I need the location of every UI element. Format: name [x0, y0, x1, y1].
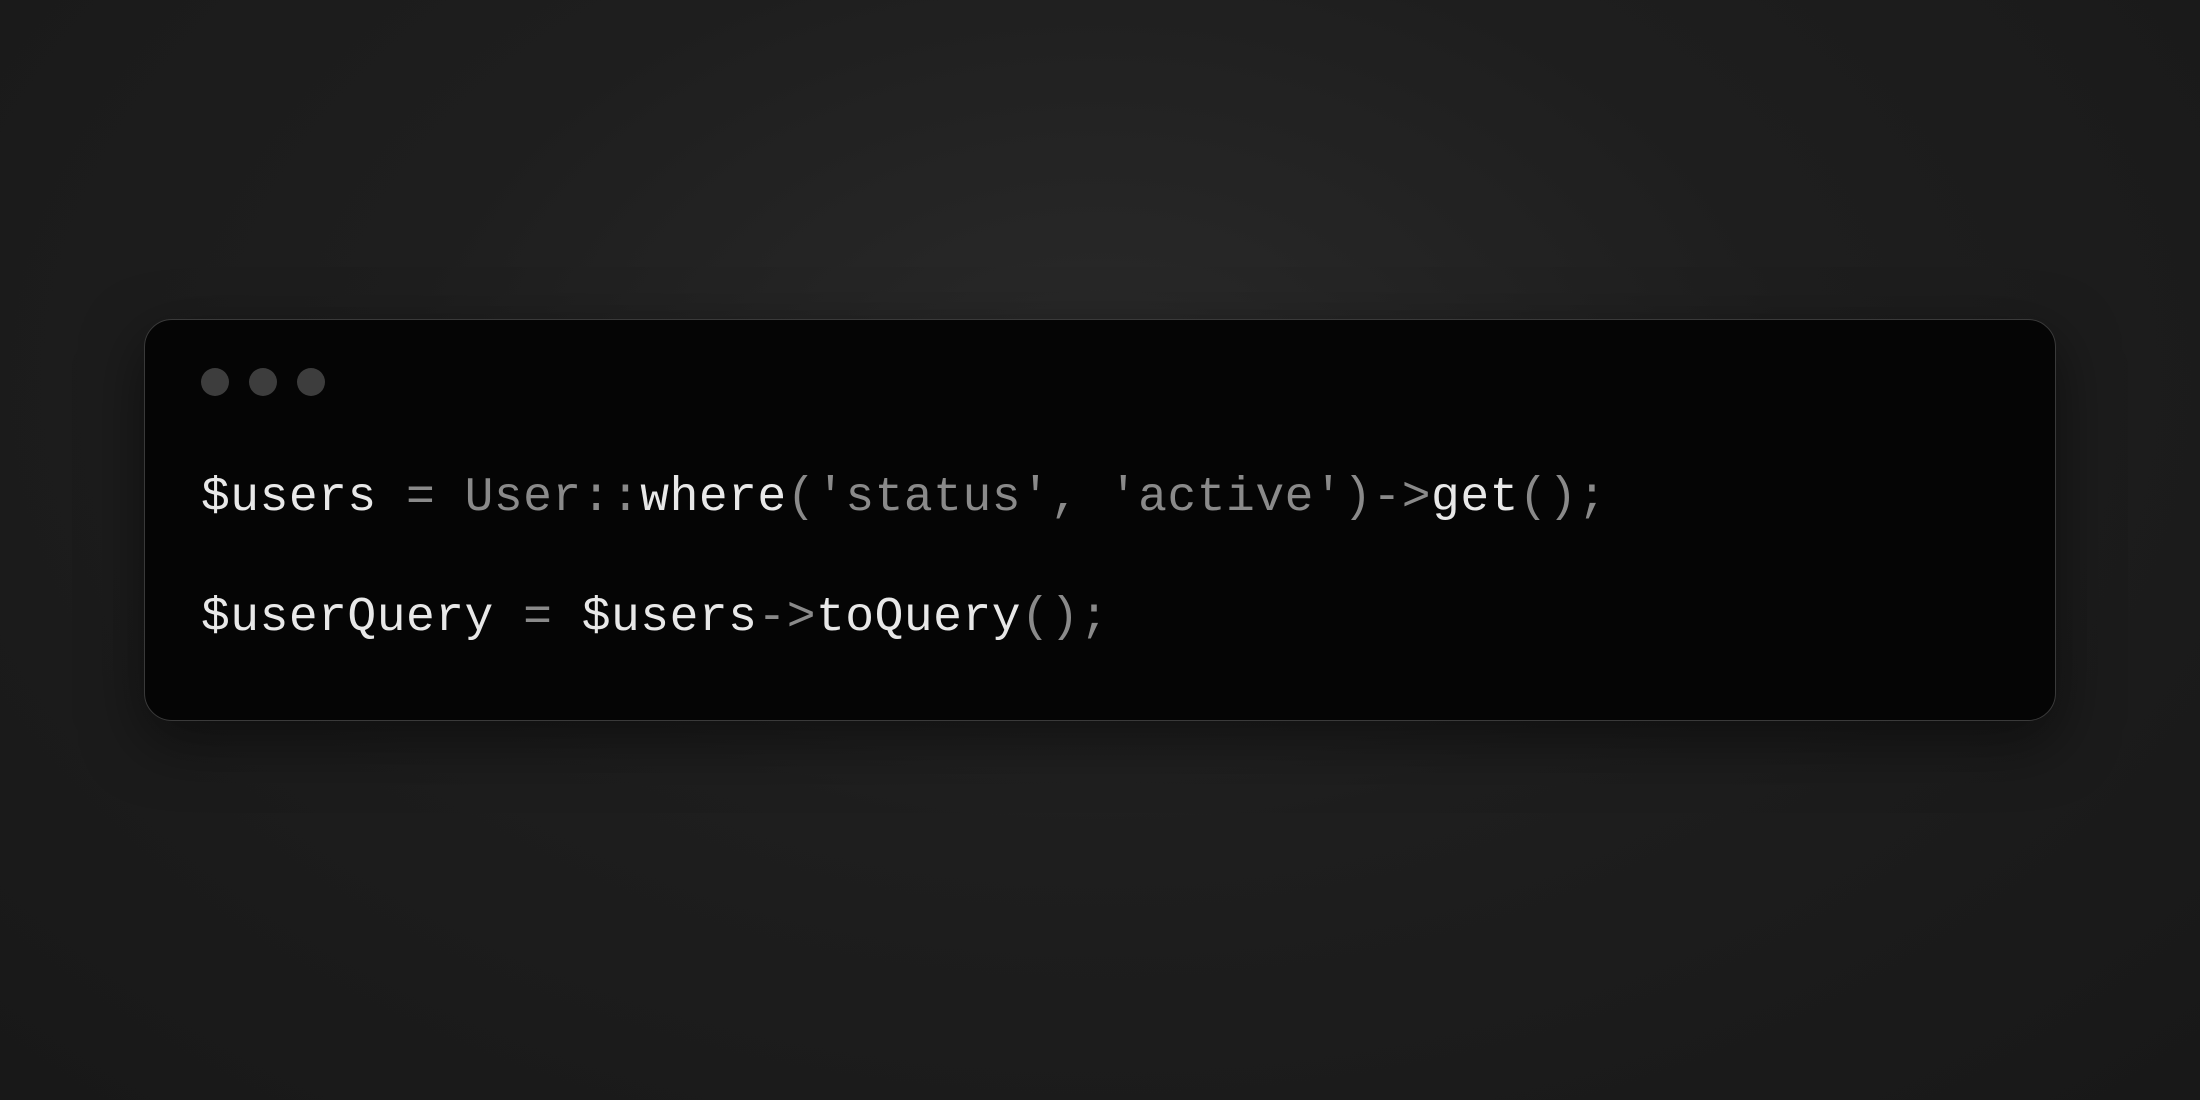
window-traffic-lights	[201, 368, 1999, 396]
code-token-operator: ->	[1372, 471, 1431, 525]
code-token-punct: (	[787, 471, 816, 525]
code-token-punct: ,	[1050, 471, 1109, 525]
code-token-variable: $userQuery	[201, 591, 494, 645]
code-token-string: 'active'	[1109, 471, 1343, 525]
code-token-class: User	[465, 471, 582, 525]
code-token-operator: ::	[582, 471, 641, 525]
code-token-punct: )	[1343, 471, 1372, 525]
close-icon[interactable]	[201, 368, 229, 396]
minimize-icon[interactable]	[249, 368, 277, 396]
code-token-operator: ->	[757, 591, 816, 645]
code-line: $users = User::where('status', 'active')…	[201, 468, 1999, 528]
code-token-operator: =	[494, 591, 582, 645]
code-token-method: where	[640, 471, 786, 525]
code-blank-line	[201, 528, 1999, 588]
code-window: $users = User::where('status', 'active')…	[144, 319, 2056, 721]
code-token-punct: ();	[1021, 591, 1109, 645]
code-line: $userQuery = $users->toQuery();	[201, 588, 1999, 648]
maximize-icon[interactable]	[297, 368, 325, 396]
code-token-punct: ();	[1519, 471, 1607, 525]
code-token-variable: $users	[201, 471, 377, 525]
code-token-string: 'status'	[816, 471, 1050, 525]
code-block: $users = User::where('status', 'active')…	[201, 468, 1999, 648]
code-token-method: get	[1431, 471, 1519, 525]
code-token-variable: $users	[582, 591, 758, 645]
code-token-operator: =	[377, 471, 465, 525]
code-token-method: toQuery	[816, 591, 1021, 645]
